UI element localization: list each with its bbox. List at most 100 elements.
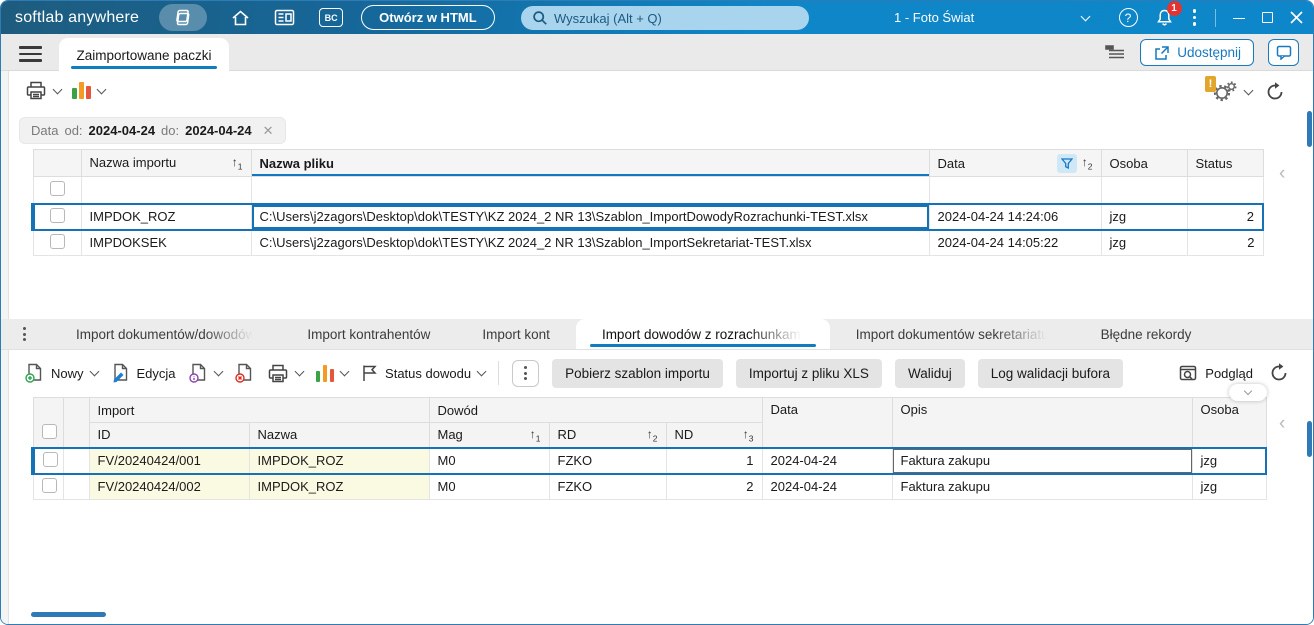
table-row[interactable]: IMPDOK_ROZ C:\Users\j2zagors\Desktop\dok… bbox=[31, 202, 1264, 231]
table-row[interactable]: IMPDOKSEK C:\Users\j2zagors\Desktop\dok\… bbox=[32, 229, 1264, 256]
help-icon: ? bbox=[1124, 10, 1132, 25]
journal-icon bbox=[274, 9, 295, 26]
home-icon bbox=[231, 9, 250, 27]
detail-toolbar: Nowy Edycja Status dowodu Pobierz szablo… bbox=[25, 355, 1289, 391]
status-dowodu-button[interactable]: Status dowodu bbox=[361, 364, 487, 382]
row-checkbox[interactable] bbox=[50, 207, 66, 223]
tab-import-dokumentow-sekretariatu[interactable]: Import dokumentów sekretariatu bbox=[830, 319, 1075, 349]
tab-import-kont[interactable]: Import kont bbox=[456, 319, 576, 349]
col-status[interactable]: Status bbox=[1186, 149, 1264, 177]
download-template-button[interactable]: Pobierz szablon importu bbox=[552, 358, 723, 388]
tab-bledne-rekordy[interactable]: Błędne rekordy bbox=[1075, 319, 1218, 349]
app-logo: softlab anywhere bbox=[15, 8, 140, 26]
ellipsis-icon bbox=[524, 366, 528, 380]
chip-do-value: 2024-04-24 bbox=[185, 123, 252, 138]
document-edit-icon bbox=[111, 363, 130, 383]
bar-chart-icon bbox=[72, 82, 91, 99]
vertical-scrollbar[interactable] bbox=[1307, 111, 1312, 147]
tabs-more-icon[interactable] bbox=[23, 327, 26, 341]
chevron-down-icon bbox=[339, 366, 350, 377]
workspaces-button[interactable] bbox=[159, 4, 208, 31]
printer-icon bbox=[267, 363, 289, 384]
col-data[interactable]: Data bbox=[761, 397, 893, 448]
preview-button[interactable]: Podgląd bbox=[1179, 365, 1253, 382]
bc-button[interactable]: BC bbox=[319, 8, 344, 27]
col-rd[interactable]: RD ↑2 bbox=[548, 422, 667, 448]
table-row[interactable]: FV/20240424/001 IMPDOK_ROZ M0 FZKO 1 202… bbox=[31, 446, 1267, 475]
edit-label: Edycja bbox=[136, 365, 176, 381]
import-xls-button[interactable]: Importuj z pliku XLS bbox=[735, 358, 882, 388]
new-button[interactable]: Nowy bbox=[25, 363, 99, 383]
notifications-button[interactable]: 1 bbox=[1155, 1, 1182, 27]
row-checkbox[interactable] bbox=[49, 233, 65, 249]
more-actions-button[interactable] bbox=[512, 359, 540, 387]
panel-list-icon[interactable] bbox=[1104, 43, 1126, 62]
filter-funnel-icon[interactable] bbox=[1056, 153, 1077, 173]
chart-button[interactable] bbox=[72, 82, 106, 99]
sort-asc-icon: ↑1 bbox=[529, 426, 541, 443]
chart-button[interactable] bbox=[315, 364, 350, 382]
refresh-button[interactable] bbox=[1265, 81, 1285, 102]
table-row[interactable]: FV/20240424/002 IMPDOK_ROZ M0 FZKO 2 202… bbox=[32, 473, 1267, 500]
horizontal-scrollbar[interactable] bbox=[31, 612, 106, 617]
settings-button[interactable]: ! bbox=[1205, 76, 1254, 103]
collapse-panel-icon[interactable]: ‹ bbox=[1279, 163, 1285, 185]
collapse-panel-icon[interactable]: ‹ bbox=[1279, 413, 1285, 435]
more-menu-button[interactable] bbox=[1191, 7, 1199, 28]
notification-badge: 1 bbox=[1166, 1, 1182, 16]
validation-log-button[interactable]: Log walidacji bufora bbox=[977, 358, 1124, 388]
comments-button[interactable] bbox=[1268, 39, 1299, 66]
tab-import-dokumentow-dowodow[interactable]: Import dokumentów/dowodów bbox=[50, 319, 281, 349]
col-mag[interactable]: Mag ↑1 bbox=[428, 422, 550, 448]
col-osoba[interactable]: Osoba bbox=[1100, 149, 1188, 177]
print-button[interactable] bbox=[267, 363, 304, 384]
tab-zaimportowane-paczki[interactable]: Zaimportowane paczki bbox=[59, 38, 229, 72]
vertical-scrollbar[interactable] bbox=[1307, 421, 1312, 457]
col-nazwa[interactable]: Nazwa bbox=[248, 422, 430, 448]
chip-od-label: od: bbox=[64, 123, 83, 138]
help-button[interactable]: ? bbox=[1118, 8, 1138, 27]
select-all-checkbox[interactable] bbox=[49, 180, 65, 196]
group-dowod: Dowód bbox=[428, 397, 763, 423]
col-nazwa-pliku[interactable]: Nazwa pliku bbox=[250, 149, 930, 177]
date-filter-chip[interactable]: Data od: 2024-04-24 do: 2024-04-24 ✕ bbox=[19, 117, 286, 144]
main-tabbar: Zaimportowane paczki Udostępnij bbox=[1, 34, 1313, 72]
col-osoba[interactable]: Osoba bbox=[1191, 397, 1267, 448]
chevron-down-icon bbox=[1080, 11, 1091, 21]
flag-icon bbox=[361, 364, 378, 382]
search-input[interactable] bbox=[521, 6, 809, 30]
edit-button[interactable]: Edycja bbox=[111, 363, 176, 383]
menu-button[interactable] bbox=[19, 46, 42, 62]
col-nazwa-importu[interactable]: Nazwa importu ↑1 bbox=[80, 149, 252, 177]
col-data[interactable]: Data ↑2 bbox=[928, 149, 1102, 177]
document-add-icon bbox=[25, 363, 44, 383]
news-button[interactable] bbox=[274, 9, 295, 26]
share-button[interactable]: Udostępnij bbox=[1140, 39, 1254, 66]
open-in-html-button[interactable]: Otwórz w HTML bbox=[361, 5, 495, 30]
validate-button[interactable]: Waliduj bbox=[894, 358, 965, 388]
close-button[interactable] bbox=[1290, 11, 1303, 24]
new-label: Nowy bbox=[51, 365, 84, 381]
row-checkbox[interactable] bbox=[41, 477, 57, 493]
document-info-button[interactable] bbox=[188, 363, 223, 383]
company-selector[interactable]: 1 - Foto Świat bbox=[894, 1, 1091, 34]
collapse-detail-button[interactable] bbox=[1229, 384, 1267, 401]
chevron-down-icon bbox=[52, 84, 63, 94]
delete-button[interactable] bbox=[234, 363, 254, 383]
home-button[interactable] bbox=[231, 9, 250, 27]
refresh-button[interactable] bbox=[1269, 363, 1289, 383]
minimize-button[interactable] bbox=[1233, 18, 1245, 19]
col-id[interactable]: ID bbox=[88, 422, 250, 448]
maximize-button[interactable] bbox=[1262, 12, 1273, 23]
col-opis[interactable]: Opis bbox=[891, 397, 1193, 448]
imports-table: Nazwa importu ↑1 Nazwa pliku Data ↑2 Oso… bbox=[31, 149, 1264, 256]
remove-filter-icon[interactable]: ✕ bbox=[263, 123, 274, 139]
select-all-row bbox=[32, 176, 1264, 204]
tab-import-kontrahentow[interactable]: Import kontrahentów bbox=[281, 319, 456, 349]
search-icon bbox=[532, 10, 548, 26]
row-checkbox[interactable] bbox=[43, 451, 58, 467]
select-all-checkbox[interactable] bbox=[41, 423, 57, 439]
tab-import-dowodow-z-rozrachunkami[interactable]: Import dowodów z rozrachunkami bbox=[575, 319, 830, 349]
col-nd[interactable]: ND ↑3 bbox=[665, 422, 763, 448]
print-button[interactable] bbox=[25, 80, 63, 101]
